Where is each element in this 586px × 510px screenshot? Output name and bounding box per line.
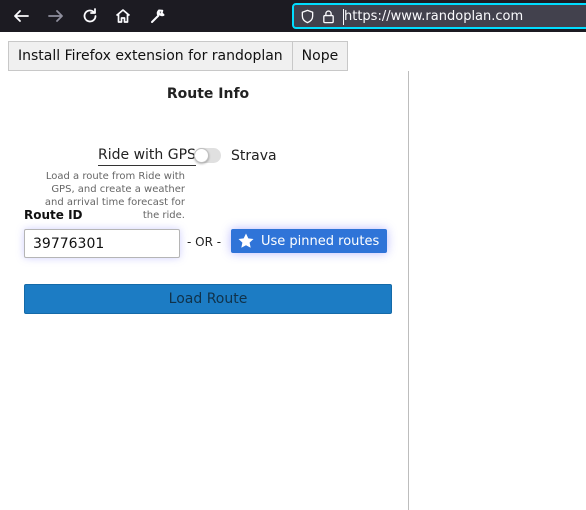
or-separator: - OR - [187,235,222,249]
star-icon [237,232,255,250]
reload-icon[interactable] [78,4,102,28]
install-extension-button[interactable]: Install Firefox extension for randoplan [8,41,293,71]
route-id-label: Route ID [24,208,83,222]
toggle-knob[interactable] [194,148,209,163]
back-icon[interactable] [9,4,33,28]
panel-divider [408,71,409,510]
use-pinned-routes-button[interactable]: Use pinned routes [231,229,387,253]
use-pinned-routes-label: Use pinned routes [261,233,380,249]
source-toggle[interactable] [194,148,221,163]
url-text[interactable]: https://www.randoplan.com [342,8,523,25]
route-info-heading: Route Info [166,86,250,102]
strava-label[interactable]: Strava [231,148,277,164]
extension-notification: Install Firefox extension for randoplan … [8,41,349,71]
lock-icon[interactable] [320,8,336,24]
browser-toolbar: https://www.randoplan.com [0,0,586,32]
url-bar[interactable]: https://www.randoplan.com [292,3,586,29]
nope-button[interactable]: Nope [292,41,349,71]
wrench-icon[interactable] [146,4,170,28]
home-icon[interactable] [111,4,135,28]
route-id-input[interactable] [24,229,180,258]
shield-icon[interactable] [299,8,315,24]
ride-with-gps-label[interactable]: Ride with GPS [98,147,196,166]
forward-icon[interactable] [44,4,68,28]
load-route-button[interactable]: Load Route [24,284,392,314]
